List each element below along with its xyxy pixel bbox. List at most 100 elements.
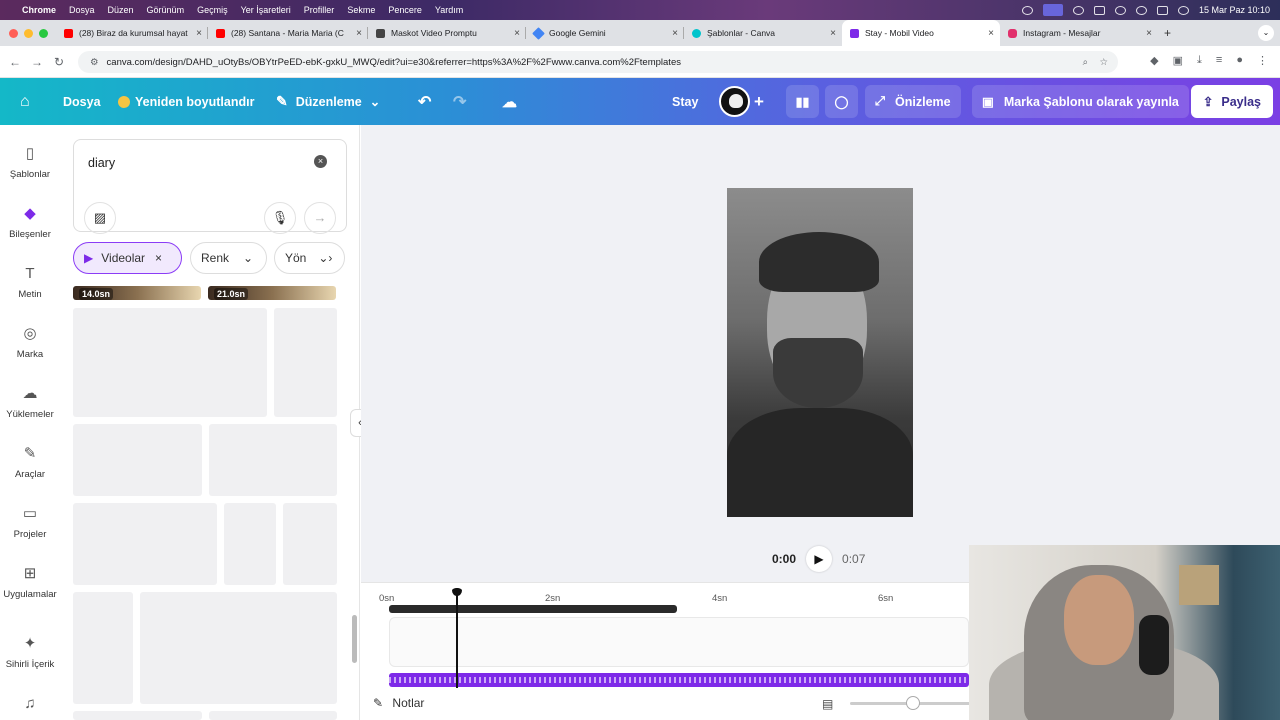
undo-icon[interactable]: ↶ <box>418 78 431 125</box>
search-box[interactable]: diary × ▨ 🎙 → <box>73 139 347 234</box>
menu-item[interactable]: Yardım <box>435 5 463 15</box>
filter-chip-orientation[interactable]: Yön ⌄› <box>274 242 345 274</box>
video-result[interactable]: 14.0sn <box>73 286 201 300</box>
avatar[interactable] <box>719 86 750 117</box>
image-search-icon[interactable]: ▨ <box>84 202 116 234</box>
close-tab-icon[interactable]: × <box>196 28 202 39</box>
close-tab-icon[interactable]: × <box>988 28 994 39</box>
browser-tab[interactable]: Google Gemini × <box>526 20 684 46</box>
user-icon[interactable] <box>1177 5 1189 15</box>
publish-brand-template-button[interactable]: ▣ Marka Şablonu olarak yayınla <box>972 85 1189 118</box>
tab-search-icon[interactable]: ⌄ <box>1258 25 1274 41</box>
menu-item[interactable]: Düzen <box>108 5 134 15</box>
control-center-icon[interactable] <box>1156 5 1168 15</box>
video-result-placeholder[interactable] <box>73 424 202 496</box>
video-result-placeholder[interactable] <box>73 308 267 417</box>
edit-mode-button[interactable]: ✎ Düzenleme ⌄ <box>276 78 380 125</box>
browser-tab[interactable]: Maskot Video Promptu × <box>368 20 526 46</box>
rail-uploads[interactable]: ☁ Yüklemeler <box>0 385 60 420</box>
video-result[interactable]: 21.0sn <box>208 286 336 300</box>
share-button[interactable]: ⇪ Paylaş <box>1190 85 1273 118</box>
play-icon[interactable]: ▶ <box>806 546 833 572</box>
rail-templates[interactable]: ▯ Şablonlar <box>0 145 60 180</box>
design-page-video[interactable] <box>727 188 913 517</box>
design-title[interactable]: Stay <box>672 78 698 125</box>
rail-magic[interactable]: ✦ Sihirli İçerik <box>0 635 60 670</box>
spotlight-icon[interactable] <box>1135 5 1147 15</box>
menu-item[interactable]: Pencere <box>388 5 422 15</box>
minimize-window-icon[interactable] <box>24 28 33 38</box>
menu-item[interactable]: Sekme <box>347 5 375 15</box>
cloud-saved-icon[interactable]: ☁ <box>502 78 517 125</box>
playhead[interactable] <box>452 588 462 688</box>
new-tab-icon[interactable]: + <box>1164 26 1171 40</box>
clear-search-icon[interactable]: × <box>314 155 327 168</box>
panel-scrollbar[interactable] <box>352 615 357 663</box>
video-result-placeholder[interactable] <box>274 308 337 417</box>
screen-record-icon[interactable] <box>1042 4 1063 16</box>
zoom-icon[interactable]: ⌕ <box>1083 57 1088 68</box>
video-result-placeholder[interactable] <box>73 503 217 585</box>
reading-list-icon[interactable]: ≡ <box>1216 54 1222 67</box>
video-result-placeholder[interactable] <box>209 711 337 720</box>
puzzle-icon[interactable]: ▣ <box>1173 54 1183 67</box>
more-menu-icon[interactable]: ⋮ <box>1257 54 1268 67</box>
creative-cloud-icon[interactable] <box>1021 5 1033 15</box>
menu-item[interactable]: Geçmiş <box>197 5 228 15</box>
menu-item[interactable]: Görünüm <box>147 5 185 15</box>
rail-music[interactable]: ♫ <box>0 695 60 719</box>
browser-tab-active[interactable]: Stay - Mobil Video × <box>842 20 1000 46</box>
back-icon[interactable]: ← <box>4 55 26 69</box>
file-menu[interactable]: Dosya <box>63 78 101 125</box>
video-result-placeholder[interactable] <box>73 592 133 704</box>
menu-app-name[interactable]: Chrome <box>22 5 56 15</box>
filter-chip-color[interactable]: Renk ⌄ <box>190 242 267 274</box>
browser-tab[interactable]: Şablonlar - Canva × <box>684 20 842 46</box>
close-tab-icon[interactable]: × <box>356 28 362 39</box>
maximize-window-icon[interactable] <box>39 28 48 38</box>
submit-arrow-icon[interactable]: → <box>304 202 336 234</box>
video-result-placeholder[interactable] <box>209 424 337 496</box>
rail-apps[interactable]: ⊞ Uygulamalar <box>0 565 60 600</box>
analytics-icon[interactable]: ▮▮ <box>786 85 819 118</box>
browser-tab[interactable]: Instagram - Mesajlar × <box>1000 20 1158 46</box>
menu-item[interactable]: Profiller <box>304 5 335 15</box>
profile-icon[interactable]: ● <box>1236 54 1243 67</box>
menu-item[interactable]: Yer İşaretleri <box>241 5 291 15</box>
filter-chip-videos[interactable]: ▶ Videolar × <box>73 242 182 274</box>
close-tab-icon[interactable]: × <box>514 28 520 39</box>
rail-brand[interactable]: ◎ Marka <box>0 325 60 360</box>
remove-filter-icon[interactable]: × <box>155 251 162 265</box>
close-tab-icon[interactable]: × <box>830 28 836 39</box>
video-result-placeholder[interactable] <box>140 592 337 704</box>
media-icon[interactable] <box>1072 5 1084 15</box>
forward-icon[interactable]: → <box>26 55 48 69</box>
rail-text[interactable]: T Metin <box>0 265 60 300</box>
download-icon[interactable]: ⤓ <box>1197 54 1202 67</box>
browser-tab[interactable]: (28) Santana - Maria Maria (C × <box>208 20 368 46</box>
notes-button[interactable]: ✎ Notlar <box>373 696 424 710</box>
reload-icon[interactable]: ↻ <box>48 55 70 69</box>
redo-icon[interactable]: ↷ <box>453 78 466 125</box>
grid-view-icon[interactable]: ▤ <box>822 697 833 711</box>
browser-tab[interactable]: (28) Biraz da kurumsal hayat × <box>56 20 208 46</box>
search-input[interactable]: diary <box>88 156 115 170</box>
video-result-placeholder[interactable] <box>283 503 337 585</box>
add-collaborator-icon[interactable]: + <box>754 78 764 125</box>
zoom-slider[interactable] <box>850 696 970 710</box>
battery-icon[interactable] <box>1093 5 1105 15</box>
menu-item[interactable]: Dosya <box>69 5 95 15</box>
rail-projects[interactable]: ▭ Projeler <box>0 505 60 540</box>
preview-button[interactable]: ⤢ Önizleme <box>865 85 961 118</box>
extension-icon[interactable]: ◆ <box>1150 54 1158 67</box>
video-result-placeholder[interactable] <box>224 503 276 585</box>
microphone-icon[interactable]: 🎙 <box>264 202 296 234</box>
home-icon[interactable]: ⌂ <box>20 78 30 125</box>
rail-elements[interactable]: ◆ Bileşenler <box>0 205 60 240</box>
close-tab-icon[interactable]: × <box>672 28 678 39</box>
comment-icon[interactable]: ◯ <box>825 85 858 118</box>
page-track[interactable] <box>389 617 969 667</box>
video-clip-track[interactable] <box>389 605 677 613</box>
zoom-slider-knob[interactable] <box>906 696 920 710</box>
site-info-icon[interactable]: ⚙ <box>90 57 99 68</box>
